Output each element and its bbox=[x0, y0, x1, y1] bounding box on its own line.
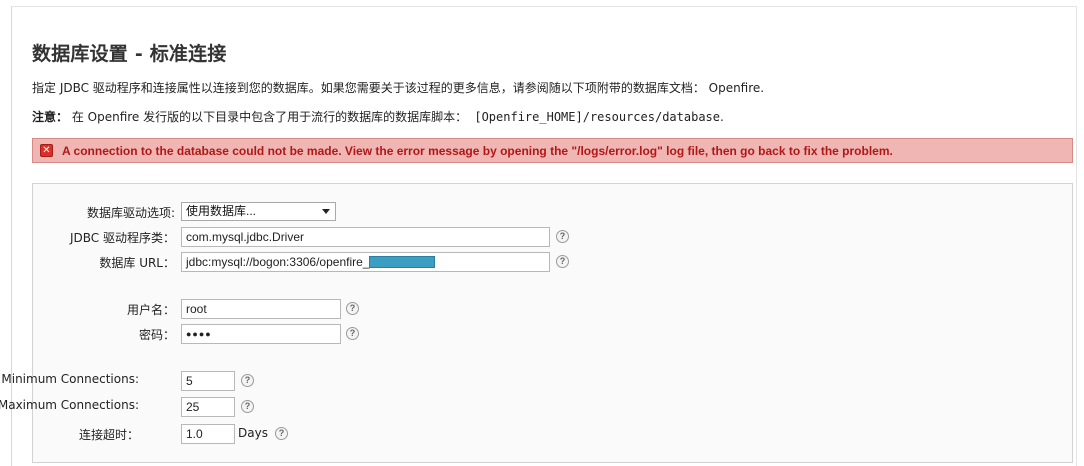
help-icon[interactable]: ? bbox=[556, 230, 569, 243]
note-body: 在 Openfire 发行版的以下目录中包含了用于流行的数据库的数据库脚本： bbox=[68, 110, 468, 124]
error-x-icon: ✕ bbox=[40, 144, 53, 157]
error-message: A connection to the database could not b… bbox=[62, 143, 893, 158]
help-icon[interactable]: ? bbox=[556, 255, 569, 268]
page-title: 数据库设置 - 标准连接 bbox=[32, 43, 227, 65]
redaction-block bbox=[369, 256, 436, 268]
db-url-input[interactable]: jdbc:mysql://bogon:3306/openfire_ bbox=[181, 252, 550, 272]
chevron-down-icon bbox=[322, 209, 330, 214]
error-banner: ✕ A connection to the database could not… bbox=[32, 138, 1073, 163]
password-input[interactable]: ●●●● bbox=[181, 324, 341, 344]
min-connections-input[interactable]: 5 bbox=[181, 371, 235, 391]
username-input[interactable]: root bbox=[181, 299, 341, 319]
db-url-value: jdbc:mysql://bogon:3306/openfire_ bbox=[186, 255, 370, 269]
help-icon[interactable]: ? bbox=[241, 400, 254, 413]
note-text: 注意： 在 Openfire 发行版的以下目录中包含了用于流行的数据库的数据库脚… bbox=[32, 108, 724, 125]
db-url-row: 数据库 URL： jdbc:mysql://bogon:3306/openfir… bbox=[33, 252, 1033, 274]
timeout-row: 连接超时： 1.0 Days ? bbox=[33, 424, 1033, 446]
driver-preset-row: 数据库驱动选项: 使用数据库... bbox=[33, 202, 1033, 224]
db-url-label: 数据库 URL： bbox=[99, 256, 175, 270]
max-connections-row: Maximum Connections: 25 ? bbox=[0, 397, 1033, 419]
timeout-unit: Days bbox=[238, 426, 268, 440]
timeout-input[interactable]: 1.0 bbox=[181, 424, 235, 444]
jdbc-class-label: JDBC 驱动程序类： bbox=[70, 231, 175, 245]
note-label: 注意： bbox=[32, 110, 69, 124]
username-row: 用户名： root ? bbox=[33, 299, 1033, 321]
password-label: 密码： bbox=[138, 328, 175, 342]
password-row: 密码： ●●●● ? bbox=[33, 324, 1033, 346]
note-end: . bbox=[720, 110, 724, 124]
help-icon[interactable]: ? bbox=[346, 302, 359, 315]
intro-text: 指定 JDBC 驱动程序和连接属性以连接到您的数据库。如果您需要关于该过程的更多… bbox=[32, 81, 765, 95]
help-icon[interactable]: ? bbox=[346, 327, 359, 340]
help-icon[interactable]: ? bbox=[275, 427, 288, 440]
username-label: 用户名： bbox=[126, 303, 175, 317]
jdbc-class-row: JDBC 驱动程序类： com.mysql.jdbc.Driver ? bbox=[33, 227, 1033, 249]
max-connections-label: Maximum Connections: bbox=[0, 398, 139, 412]
driver-preset-label: 数据库驱动选项: bbox=[86, 206, 175, 220]
driver-preset-select[interactable]: 使用数据库... bbox=[181, 202, 336, 221]
max-connections-input[interactable]: 25 bbox=[181, 397, 235, 417]
min-connections-row: Minimum Connections: 5 ? bbox=[1, 371, 1033, 393]
min-connections-label: Minimum Connections: bbox=[1, 372, 139, 386]
help-icon[interactable]: ? bbox=[241, 374, 254, 387]
timeout-label: 连接超时： bbox=[78, 428, 139, 442]
jdbc-class-input[interactable]: com.mysql.jdbc.Driver bbox=[181, 227, 550, 247]
note-path: [Openfire_HOME]/resources/database bbox=[467, 110, 720, 124]
database-settings-form: 数据库驱动选项: 使用数据库... JDBC 驱动程序类： com.mysql.… bbox=[0, 183, 1073, 463]
driver-preset-selected: 使用数据库... bbox=[186, 204, 257, 218]
